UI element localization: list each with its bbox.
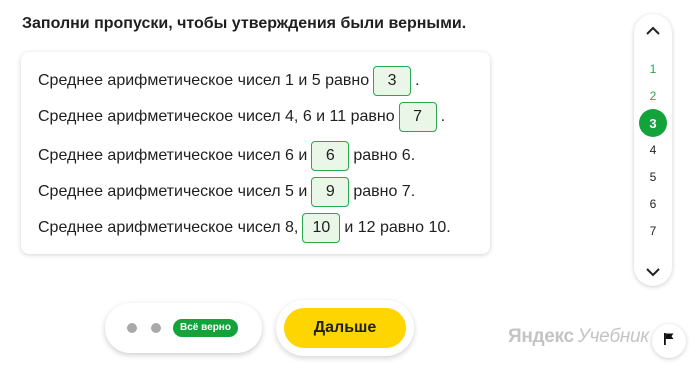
statement-text-before: Среднее арифметическое чисел 1 и 5 равно [38, 72, 370, 89]
nav-item-4[interactable]: 4 [634, 139, 672, 161]
statement-text-before: Среднее арифметическое чисел 4, 6 и 11 р… [38, 108, 395, 125]
nav-item-2[interactable]: 2 [634, 85, 672, 107]
statement-2: Среднее арифметическое чисел 4, 6 и 11 р… [38, 101, 445, 133]
status-badge: Всё верно [173, 319, 238, 337]
answer-box[interactable]: 6 [311, 141, 350, 171]
statement-text-after: равно 7. [353, 183, 416, 200]
statement-text-before: Среднее арифметическое чисел 8, [38, 219, 299, 236]
nav-item-1[interactable]: 1 [634, 58, 672, 80]
chevron-down-icon[interactable] [634, 264, 672, 281]
nav-item-5[interactable]: 5 [634, 166, 672, 188]
answer-box[interactable]: 3 [373, 66, 412, 96]
brand-name: Яндекс [508, 326, 574, 347]
statement-text-before: Среднее арифметическое чисел 5 и [38, 183, 308, 200]
statement-text-before: Среднее арифметическое чисел 6 и [38, 147, 308, 164]
next-button-container: Дальше [276, 300, 414, 356]
nav-item-7[interactable]: 7 [634, 220, 672, 242]
brand-logo: Яндекс Учебник [508, 326, 649, 348]
answer-box[interactable]: 7 [398, 102, 437, 132]
attempt-dot [151, 323, 161, 333]
nav-item-6[interactable]: 6 [634, 193, 672, 215]
statement-text-after: . [415, 72, 420, 89]
brand-product: Учебник [577, 326, 649, 347]
result-status: Всё верно [105, 303, 262, 353]
statement-3: Среднее арифметическое чисел 6 и 6 равно… [38, 140, 415, 172]
flag-icon [663, 332, 675, 351]
task-card: Среднее арифметическое чисел 1 и 5 равно… [21, 52, 490, 254]
chevron-up-icon[interactable] [634, 22, 672, 39]
task-title: Заполни пропуски, чтобы утверждения были… [22, 15, 467, 32]
nav-item-3-label: 3 [639, 109, 667, 137]
statement-text-after: . [440, 108, 446, 125]
statement-text-after: равно 6. [353, 147, 416, 164]
statement-1: Среднее арифметическое чисел 1 и 5 равно… [38, 65, 420, 97]
attempt-dot [127, 323, 137, 333]
statement-4: Среднее арифметическое чисел 5 и 9 равно… [38, 176, 415, 208]
report-button[interactable] [652, 324, 686, 358]
statement-text-after: и 12 равно 10. [344, 219, 451, 236]
task-navigator: 1 2 3 4 5 6 7 [634, 14, 672, 286]
statement-5: Среднее арифметическое чисел 8, 10 и 12 … [38, 212, 451, 244]
next-button[interactable]: Дальше [284, 308, 406, 348]
answer-box[interactable]: 10 [302, 213, 341, 243]
answer-box[interactable]: 9 [311, 177, 350, 207]
nav-item-3[interactable]: 3 [634, 109, 672, 137]
